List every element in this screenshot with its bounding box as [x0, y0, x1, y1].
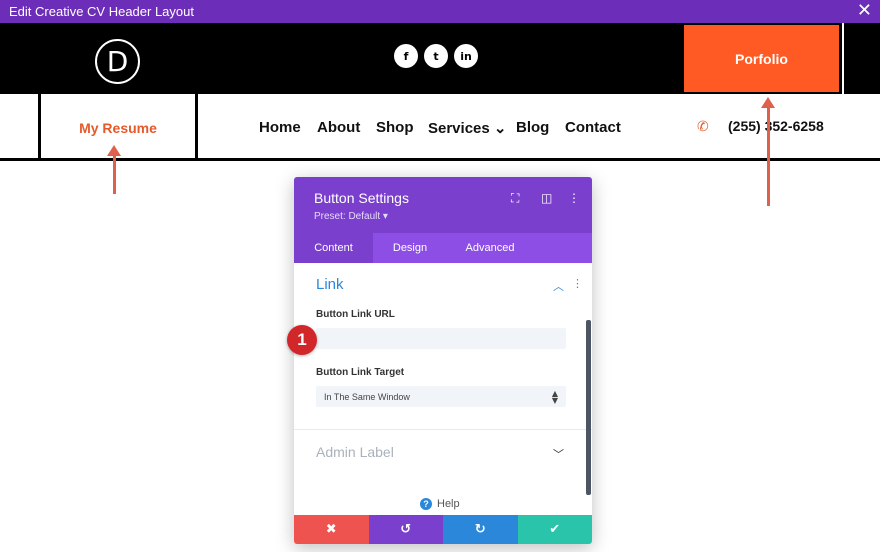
help-icon: ? [420, 498, 432, 510]
step-badge: 1 [287, 325, 317, 355]
modal-tabs: Content Design Advanced [294, 233, 592, 263]
nav-item-contact[interactable]: Contact [565, 119, 621, 136]
phone-number[interactable]: (255) 352-6258 [728, 118, 824, 134]
button-link-target-select[interactable]: In The Same Window ▲ ▼ [316, 386, 566, 407]
portfolio-button[interactable]: Porfolio [684, 25, 839, 92]
nav-item-services[interactable]: Services ⌄ [428, 119, 506, 137]
scrollbar[interactable] [586, 320, 591, 495]
nav-item-shop[interactable]: Shop [376, 119, 414, 136]
modal-title: Button Settings [314, 190, 409, 206]
nav-item-home[interactable]: Home [259, 119, 301, 136]
twitter-icon[interactable]: t [424, 44, 448, 68]
section-title-admin-label[interactable]: Admin Label [316, 444, 394, 460]
select-arrows-icon: ▲ ▼ [551, 389, 558, 405]
close-icon[interactable]: ✕ [857, 2, 872, 20]
divider [294, 429, 592, 430]
modal-footer: ✖ ↺ ↻ ✔ [294, 515, 592, 544]
save-button[interactable]: ✔ [517, 515, 592, 544]
tab-design[interactable]: Design [373, 233, 447, 263]
select-value: In The Same Window [324, 391, 410, 402]
resume-button[interactable]: My Resume [79, 120, 157, 136]
window-titlebar: Edit Creative CV Header Layout ✕ [0, 0, 880, 23]
logo[interactable]: D [95, 39, 140, 84]
split-view-icon[interactable]: ◫ [541, 191, 552, 205]
redo-button[interactable]: ↻ [443, 515, 518, 544]
tab-content[interactable]: Content [294, 233, 373, 263]
button-link-url-label: Button Link URL [316, 309, 395, 320]
help-label: Help [437, 498, 460, 510]
button-settings-modal: Button Settings Preset: Default ▾ ⛶ ◫ ⋮ … [294, 177, 592, 544]
nav-item-about[interactable]: About [317, 119, 360, 136]
annotation-arrow-right [767, 106, 770, 206]
modal-header: Button Settings Preset: Default ▾ ⛶ ◫ ⋮ [294, 177, 592, 233]
cancel-button[interactable]: ✖ [294, 515, 369, 544]
button-link-url-input[interactable] [316, 328, 566, 349]
button-link-target-label: Button Link Target [316, 367, 405, 378]
section-title-link[interactable]: Link [316, 276, 344, 293]
phone-icon: ✆ [697, 119, 709, 135]
undo-button[interactable]: ↺ [368, 515, 443, 544]
window-title: Edit Creative CV Header Layout [9, 4, 194, 19]
preset-selector[interactable]: Preset: Default ▾ [314, 211, 388, 222]
chevron-up-icon[interactable]: ︿ [553, 278, 564, 294]
section-more-icon[interactable]: ⋮ [572, 277, 583, 290]
annotation-arrow-left [113, 154, 116, 194]
expand-icon[interactable]: ⛶ [511, 191, 519, 206]
editor-canvas: Edit Creative CV Header Layout ✕ D f t i… [0, 0, 880, 552]
linkedin-icon[interactable]: in [454, 44, 478, 68]
chevron-down-icon[interactable]: ﹀ [553, 446, 564, 462]
nav-row: My Resume Home About Shop Services ⌄ Blo… [0, 94, 880, 161]
help-link[interactable]: ? Help [420, 498, 460, 510]
facebook-icon[interactable]: f [394, 44, 418, 68]
more-options-icon[interactable]: ⋮ [568, 191, 580, 205]
nav-item-blog[interactable]: Blog [516, 119, 549, 136]
tab-advanced[interactable]: Advanced [447, 233, 533, 263]
divider [842, 23, 844, 94]
